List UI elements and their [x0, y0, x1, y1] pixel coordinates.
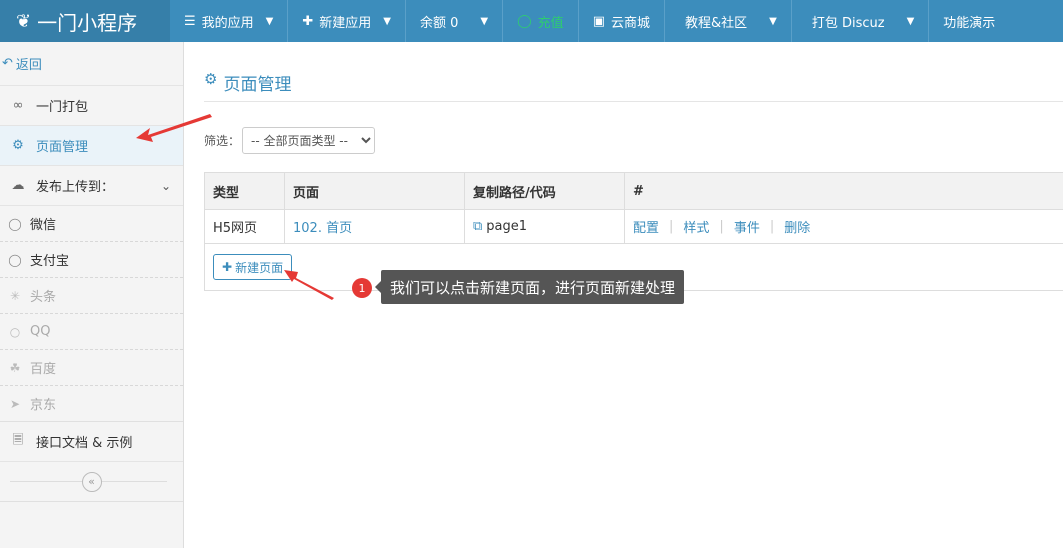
nav-new-app[interactable]: ✚ 新建应用 ▼ [288, 0, 406, 42]
copy-icon[interactable]: ⧉ [473, 219, 482, 234]
leaf-icon: ❦ [16, 10, 32, 32]
caret-down-icon: ▼ [265, 15, 274, 27]
baidu-icon: ☘ [9, 360, 21, 375]
publish-target-baidu[interactable]: ☘ 百度 [0, 350, 183, 386]
annotation-tooltip: 我们可以点击新建页面，进行页面新建处理 [374, 270, 685, 304]
page-title: 页面管理 [223, 75, 292, 95]
publish-target-label: QQ [30, 324, 51, 339]
col-type: 类型 [205, 173, 285, 209]
sidebar-item-label: 一门打包 [36, 100, 89, 115]
sidebar-item-publish[interactable]: ☁ 发布上传到： ⌄ [0, 166, 183, 206]
nav-features-label: 功能演示 [943, 15, 996, 31]
action-event[interactable]: 事件 [734, 217, 760, 236]
nav-tutorial-label: 教程&社区 [685, 15, 748, 31]
nav-balance-label: 余额 0 [420, 15, 459, 31]
row-page-cell: 102. 首页 [285, 210, 465, 243]
plus-icon: ✚ [302, 13, 314, 29]
row-path: page1 [486, 219, 528, 234]
nav-cloud-mall-label: 云商城 [610, 15, 650, 31]
collapse-sidebar-icon[interactable]: « [81, 471, 102, 492]
sidebar-item-pack[interactable]: ∞ 一门打包 [0, 86, 183, 126]
new-page-button[interactable]: ✚ 新建页面 [213, 254, 293, 280]
row-path-cell: ⧉ page1 [465, 210, 625, 243]
filter-label: 筛选： [204, 134, 241, 148]
row-type: H5网页 [205, 210, 285, 243]
action-separator: | [769, 219, 775, 234]
col-path: 复制路径/代码 [465, 173, 625, 209]
page-type-select[interactable]: -- 全部页面类型 -- [242, 127, 376, 154]
nav-balance[interactable]: 余额 0 ▼ [406, 0, 504, 42]
sidebar-item-label: 页面管理 [36, 140, 89, 155]
action-separator: | [669, 219, 674, 234]
nav-features[interactable]: 功能演示 [929, 0, 1009, 42]
sidebar-item-api-docs[interactable]: 🗏 接口文档 & 示例 [0, 422, 183, 462]
nav-pack-discuz[interactable]: 打包 Discuz ▼ [792, 0, 930, 42]
publish-target-wechat[interactable]: ◯ 微信 [0, 206, 183, 242]
row-actions: 配置 | 样式 | 事件 | 删除 [625, 210, 1063, 243]
store-icon: ▣ [592, 13, 605, 29]
action-config[interactable]: 配置 [633, 217, 659, 236]
chevron-down-icon: ⌄ [160, 178, 171, 193]
app-logo[interactable]: ❦ 一门小程序 [0, 0, 170, 42]
sidebar-collapse-row: « [0, 462, 183, 502]
publish-target-jd[interactable]: ➤ 京东 [0, 386, 183, 422]
new-page-label: 新建页面 [235, 260, 284, 275]
publish-target-qq[interactable]: ○ QQ [0, 314, 183, 350]
cloud-upload-icon: ☁ [11, 178, 25, 193]
page-gear-icon: ⚙ [204, 70, 218, 88]
nav-pack-discuz-label: 打包 Discuz [811, 15, 885, 31]
publish-target-label: 头条 [30, 290, 57, 305]
top-navbar: ❦ 一门小程序 ☰ 我的应用 ▼ ✚ 新建应用 ▼ 余额 0 ▼ ◯ 充值 ▣ … [0, 0, 1063, 42]
publish-target-label: 百度 [30, 362, 57, 377]
jd-icon: ➤ [9, 396, 21, 411]
sidebar-item-label: 接口文档 & 示例 [36, 436, 133, 451]
page-gear-icon: ⚙ [12, 138, 24, 153]
toutiao-icon: ✳ [9, 288, 21, 303]
publish-target-label: 微信 [30, 218, 57, 233]
publish-target-label: 京东 [30, 398, 57, 413]
publish-target-toutiao[interactable]: ✳ 头条 [0, 278, 183, 314]
action-style[interactable]: 样式 [683, 217, 709, 236]
nav-recharge-label: 充值 [537, 15, 564, 31]
filter-bar: 筛选： -- 全部页面类型 -- [204, 127, 376, 154]
back-arrow-icon: ↶ [2, 56, 13, 71]
page-link[interactable]: 102. 首页 [293, 217, 352, 236]
plus-icon: ✚ [222, 260, 233, 274]
nav-recharge[interactable]: ◯ 充值 [503, 0, 579, 42]
caret-down-icon: ▼ [906, 15, 915, 27]
col-actions: # [633, 183, 644, 199]
action-delete[interactable]: 删除 [784, 217, 810, 236]
alipay-icon: ◯ [8, 252, 22, 267]
sidebar: ↶ 返回 ∞ 一门打包 ⚙ 页面管理 ☁ 发布上传到： ⌄ ◯ 微信 ◯ 支付宝… [0, 42, 184, 548]
publish-target-label: 支付宝 [30, 254, 70, 269]
app-title: 一门小程序 [37, 10, 138, 35]
caret-down-icon: ▼ [383, 15, 391, 27]
sidebar-item-label: 发布上传到： [36, 180, 115, 195]
wechat-icon: ◯ [8, 216, 22, 231]
caret-down-icon: ▼ [480, 15, 489, 27]
caret-down-icon: ▼ [769, 15, 777, 27]
table-row: H5网页 102. 首页 ⧉ page1 配置 | 样式 | 事件 | 删除 [205, 210, 1063, 244]
back-link[interactable]: ↶ 返回 [0, 42, 183, 86]
nav-my-apps[interactable]: ☰ 我的应用 ▼ [170, 0, 289, 42]
nav-tutorial[interactable]: 教程&社区 ▼ [665, 0, 792, 42]
col-page: 页面 [285, 173, 465, 209]
back-label: 返回 [15, 58, 42, 73]
action-separator: | [719, 219, 724, 234]
grid-icon: ∞ [12, 98, 24, 113]
nav-new-app-label: 新建应用 [319, 15, 372, 31]
menu-icon: ☰ [184, 13, 196, 29]
nav-my-apps-label: 我的应用 [201, 15, 254, 31]
page-header: ⚙ 页面管理 [204, 70, 1063, 102]
qq-icon: ○ [9, 324, 21, 339]
sidebar-item-page-manage[interactable]: ⚙ 页面管理 [0, 126, 183, 166]
annotation-step-badge: 1 [352, 278, 372, 298]
table-header: 类型 页面 复制路径/代码 # [205, 173, 1063, 210]
recharge-icon: ◯ [517, 13, 532, 29]
code-file-icon: 🗏 [12, 432, 24, 448]
nav-cloud-mall[interactable]: ▣ 云商城 [579, 0, 665, 42]
publish-target-alipay[interactable]: ◯ 支付宝 [0, 242, 183, 278]
